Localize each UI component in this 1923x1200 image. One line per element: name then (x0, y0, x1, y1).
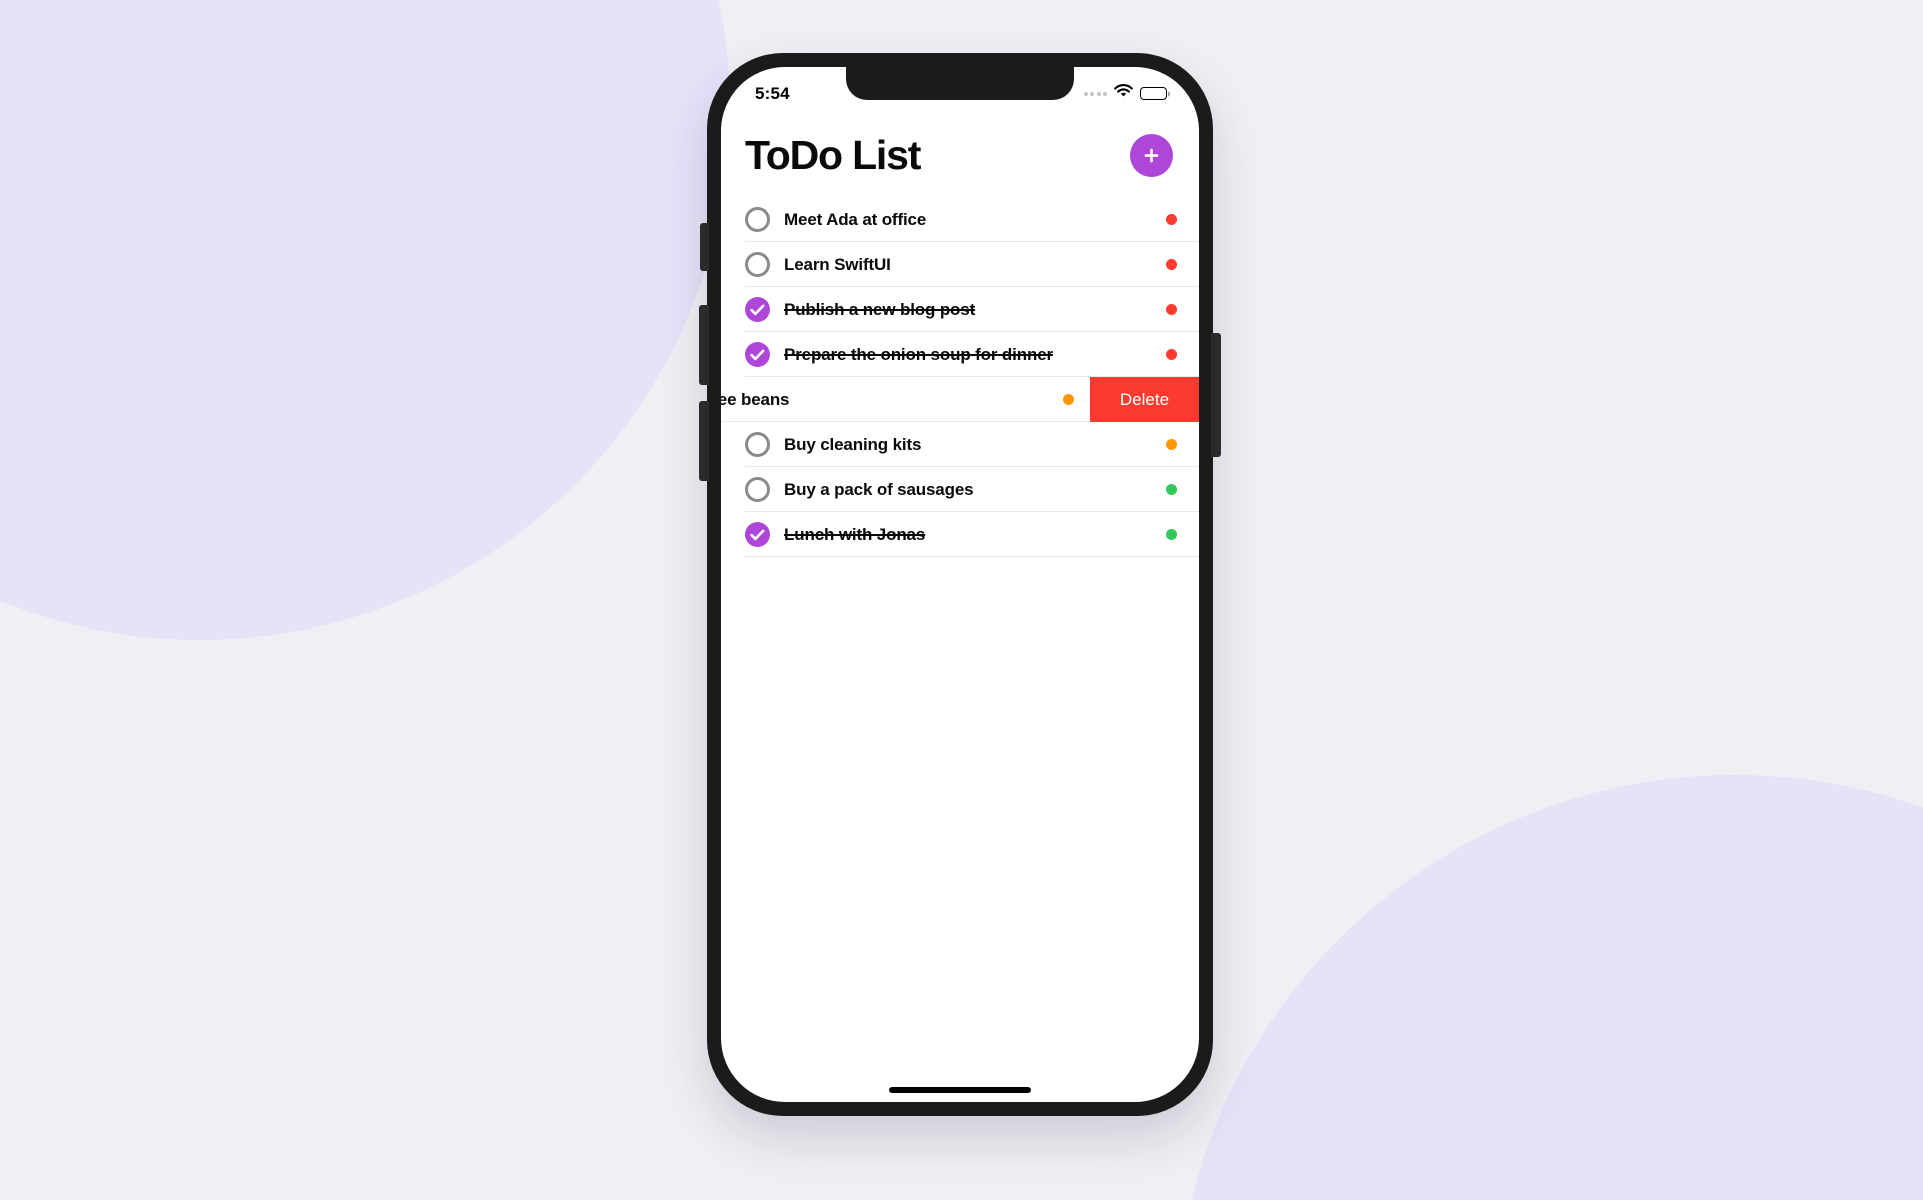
todo-list: Meet Ada at office Learn SwiftUI Publish a… (721, 197, 1199, 557)
checkbox-unchecked-icon[interactable] (745, 432, 770, 457)
background-blob-top-left (0, 0, 730, 640)
todo-row-content[interactable]: Buy cleaning kits (745, 422, 1199, 467)
todo-item-label: Meet Ada at office (784, 209, 927, 229)
priority-dot-high (1166, 304, 1177, 315)
priority-dot-high (1166, 349, 1177, 360)
priority-dot-low (1166, 484, 1177, 495)
todo-item-label: Learn SwiftUI (784, 254, 891, 274)
priority-dot-high (1166, 214, 1177, 225)
checkbox-unchecked-icon[interactable] (745, 207, 770, 232)
status-bar-time: 5:54 (755, 83, 790, 103)
phone-device-frame: 5:54 ToDo List Meet Ada at office Learn … (699, 53, 1221, 1116)
phone-screen: 5:54 ToDo List Meet Ada at office Learn … (721, 67, 1199, 1102)
checkbox-checked-icon[interactable] (745, 522, 770, 547)
checkbox-unchecked-icon[interactable] (745, 477, 770, 502)
todo-row[interactable]: Prepare the onion soup for dinner (721, 332, 1199, 377)
volume-down-button[interactable] (699, 401, 709, 481)
todo-item-label: Publish a new blog post (784, 299, 976, 319)
todo-item-label: Prepare the onion soup for dinner (784, 344, 1053, 364)
checkbox-checked-icon[interactable] (745, 342, 770, 367)
todo-item-label: Buy coffee beans (721, 389, 790, 409)
plus-icon (1142, 146, 1161, 165)
volume-up-button[interactable] (699, 305, 709, 385)
todo-row-content[interactable]: Learn SwiftUI (745, 242, 1199, 287)
phone-notch (846, 67, 1074, 100)
todo-row[interactable]: Publish a new blog post (721, 287, 1199, 332)
todo-row[interactable]: Learn SwiftUI (721, 242, 1199, 287)
todo-item-label: Buy a pack of sausages (784, 479, 974, 499)
todo-item-label: Lunch with Jonas (784, 524, 926, 544)
priority-dot-medium (1063, 394, 1074, 405)
todo-row[interactable]: Buy cleaning kits (721, 422, 1199, 467)
signal-dots-icon (1083, 91, 1107, 96)
checkbox-unchecked-icon[interactable] (745, 252, 770, 277)
todo-item-label: Buy cleaning kits (784, 434, 922, 454)
todo-row[interactable]: Meet Ada at office (721, 197, 1199, 242)
mute-switch-button[interactable] (700, 223, 709, 271)
todo-row-content[interactable]: Publish a new blog post (745, 287, 1199, 332)
home-indicator[interactable] (889, 1087, 1031, 1093)
row-divider (745, 556, 1199, 557)
todo-row-content[interactable]: Prepare the onion soup for dinner (745, 332, 1199, 377)
power-button[interactable] (1211, 333, 1221, 457)
priority-dot-low (1166, 529, 1177, 540)
app-header: ToDo List (721, 114, 1199, 197)
todo-row-content[interactable]: Lunch with Jonas (745, 512, 1199, 557)
priority-dot-high (1166, 259, 1177, 270)
page-title: ToDo List (745, 132, 921, 178)
checkbox-checked-icon[interactable] (745, 297, 770, 322)
todo-row-content[interactable]: Buy a pack of sausages (745, 467, 1199, 512)
battery-full-icon (1140, 87, 1167, 100)
wifi-icon (1114, 84, 1133, 103)
delete-button[interactable]: Delete (1090, 377, 1199, 422)
background-blob-bottom-right (1175, 775, 1923, 1200)
add-todo-button[interactable] (1130, 134, 1173, 177)
priority-dot-medium (1166, 439, 1177, 450)
status-bar-indicators (1083, 84, 1167, 103)
todo-row-content[interactable]: Meet Ada at office (745, 197, 1199, 242)
todo-row[interactable]: Buy coffee beans Delete (721, 377, 1199, 422)
todo-row[interactable]: Lunch with Jonas (721, 512, 1199, 557)
todo-row[interactable]: Buy a pack of sausages (721, 467, 1199, 512)
todo-row-content[interactable]: Buy coffee beans (721, 377, 1090, 422)
